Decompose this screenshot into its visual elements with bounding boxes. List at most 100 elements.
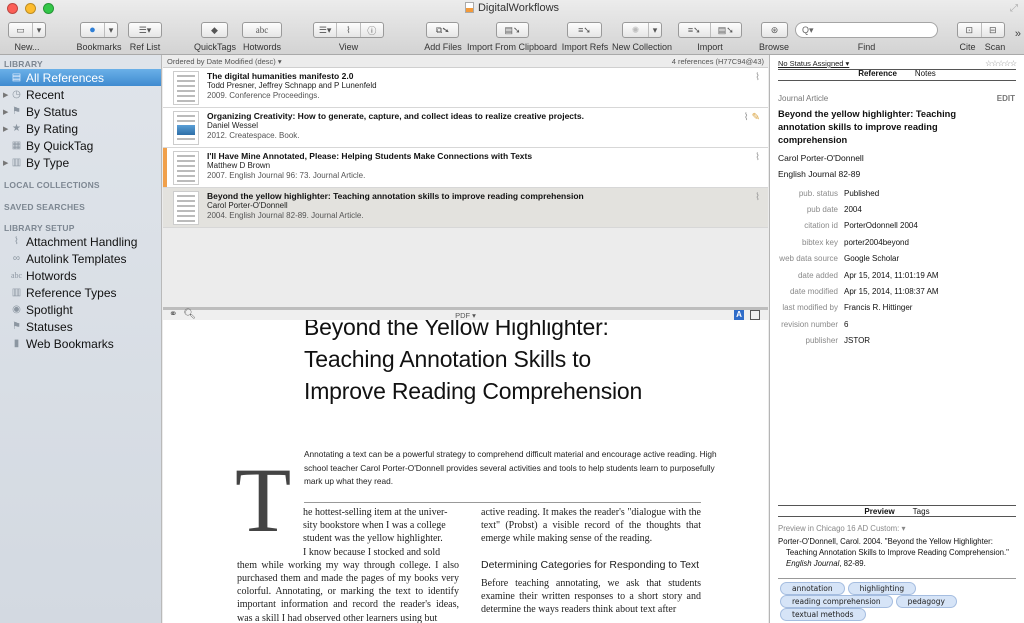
sidebar-item-statuses[interactable]: ⚑ Statuses [0, 318, 161, 335]
add-files-label: Add Files [424, 42, 462, 52]
reference-row[interactable]: The digital humanities manifesto 2.0 Todd… [163, 68, 768, 108]
scan-icon[interactable]: ⊟ [982, 23, 1005, 37]
sidebar-item-all-references[interactable]: ▤ All References [0, 69, 161, 86]
field-value[interactable]: porter2004beyond [844, 238, 909, 247]
attachment-icon[interactable]: ⌇ [755, 192, 760, 203]
reference-authors: Matthew D Brown [207, 161, 271, 170]
find-search-input[interactable]: Q▾ [795, 22, 938, 38]
abc-icon: abc [255, 25, 269, 35]
add-files-button[interactable]: ⧉➘ [426, 22, 459, 38]
chevron-down-icon[interactable]: ▾ [33, 23, 45, 37]
import-clipboard-button[interactable]: ▤➘ [496, 22, 529, 38]
import-refs-icon[interactable]: ≡➘ [679, 23, 711, 37]
chevron-down-icon[interactable]: ▾ [105, 23, 117, 37]
text-select-icon[interactable]: A [734, 310, 744, 320]
quicktags-button[interactable]: ◆ [201, 22, 228, 38]
reference-row[interactable]: I'll Have Mine Annotated, Please: Helpin… [163, 148, 768, 188]
sidebar-item-autolink-templates[interactable]: ∞ Autolink Templates [0, 250, 161, 267]
sidebar-item-web-bookmarks[interactable]: ▮ Web Bookmarks [0, 335, 161, 352]
new-reference-icon: ▭ [9, 23, 33, 37]
status-dropdown[interactable]: No Status Assigned ▾ [778, 59, 849, 69]
sidebar-item-reference-types[interactable]: ▥ Reference Types [0, 284, 161, 301]
sidebar-item-by-type[interactable]: ▶ ▥ By Type [0, 154, 161, 171]
tab-reference[interactable]: Reference [858, 69, 897, 80]
field-value[interactable]: Published [844, 189, 879, 198]
field-value[interactable]: 2004 [844, 205, 862, 214]
reference-fields: pub. status Published pub date 2004 citation… [770, 185, 1024, 349]
new-collection-button[interactable]: ✺ ▾ [622, 22, 662, 38]
field-row: publisher JSTOR [770, 333, 1024, 349]
pdf-viewer[interactable]: Beyond the Yellow Highlighter: Teaching … [163, 320, 768, 623]
sidebar-icon: ▮ [13, 338, 20, 349]
sidebar-icon: ⚑ [12, 321, 21, 332]
reference-row[interactable]: Organizing Creativity: How to generate, … [163, 108, 768, 148]
cite-icon[interactable]: ⊡ [958, 23, 982, 37]
field-value[interactable]: Apr 15, 2014, 11:01:19 AM [844, 271, 939, 280]
reference-title: The digital humanities manifesto 2.0 [207, 71, 354, 81]
sidebar-item-by-rating[interactable]: ▶ ★ By Rating [0, 120, 161, 137]
field-value[interactable]: PorterOdonnell 2004 [844, 221, 918, 230]
reference-icons: ⌇ [755, 152, 760, 163]
field-value[interactable]: 6 [844, 320, 848, 329]
field-value[interactable]: JSTOR [844, 336, 870, 345]
tag-chip[interactable]: textual methods [780, 608, 866, 621]
hotwords-button[interactable]: abc [242, 22, 282, 38]
sidebar-item-by-quicktag[interactable]: ▦ By QuickTag [0, 137, 161, 154]
view-list-icon[interactable]: ☰▾ [314, 23, 338, 37]
disclosure-triangle-icon[interactable]: ▶ [3, 108, 8, 116]
bookmarks-button[interactable]: ● ▾ [80, 22, 118, 38]
sidebar-item-label: By Type [26, 155, 70, 170]
reference-row[interactable]: Beyond the yellow highlighter: Teaching … [163, 188, 768, 228]
area-select-icon[interactable] [750, 310, 760, 320]
tag-chip[interactable]: reading comprehension [780, 595, 893, 608]
disclosure-triangle-icon[interactable]: ▶ [3, 125, 8, 133]
browse-label: Browse [758, 42, 789, 52]
toolbar-overflow-icon[interactable]: » [1015, 28, 1021, 40]
tab-notes[interactable]: Notes [915, 69, 936, 80]
field-label: date modified [789, 287, 838, 297]
sidebar-item-attachment-handling[interactable]: ⌇ Attachment Handling [0, 233, 161, 250]
field-value[interactable]: Apr 15, 2014, 11:08:37 AM [844, 287, 939, 296]
sidebar-item-spotlight[interactable]: ◉ Spotlight [0, 301, 161, 318]
list-icon: ☰▾ [138, 24, 152, 35]
fullscreen-icon[interactable]: ⤢ [1010, 3, 1018, 14]
tab-preview[interactable]: Preview [864, 506, 894, 516]
tag-chip[interactable]: annotation [780, 582, 845, 595]
edit-button[interactable]: EDIT [997, 94, 1015, 103]
sidebar-item-by-status[interactable]: ▶ ⚑ By Status [0, 103, 161, 120]
tag-chip[interactable]: pedagogy [895, 595, 957, 608]
rating-stars[interactable]: ☆☆☆☆☆ [985, 59, 1017, 69]
view-segmented-control: ☰▾ ⌇ ⓘ [313, 22, 384, 38]
new-reference-button[interactable]: ▭ ▾ [8, 22, 46, 38]
sidebar-item-recent[interactable]: ▶ ◷ Recent [0, 86, 161, 103]
attachment-view-icon[interactable]: ⌇ [337, 23, 361, 37]
clipboard-icon[interactable]: ▤➘ [711, 23, 742, 37]
ref-list-button[interactable]: ☰▾ [128, 22, 162, 38]
tag-chip[interactable]: highlighting [847, 582, 917, 595]
pencil-icon: ✎ [751, 112, 760, 123]
reference-title: I'll Have Mine Annotated, Please: Helpin… [207, 151, 533, 161]
attachment-icon[interactable]: ⌇ [755, 72, 760, 83]
field-value[interactable]: Francis R. Hittinger [844, 303, 912, 312]
find-label: Find [857, 42, 876, 52]
browse-icon: ⊛ [770, 24, 779, 35]
paragraph: Before teaching annotating, we ask that … [481, 577, 701, 616]
import-refs-button[interactable]: ≡➘ [567, 22, 602, 38]
pdf-thumbnail [173, 71, 199, 105]
pdf-format-dropdown[interactable]: PDF ▾ [163, 311, 768, 320]
field-value[interactable]: Google Scholar [844, 254, 899, 263]
citation-style-dropdown[interactable]: Preview in Chicago 16 AD Custom: ▾ [778, 524, 905, 533]
sidebar-item-label: By QuickTag [26, 138, 94, 153]
disclosure-triangle-icon[interactable]: ▶ [3, 159, 8, 167]
browse-button[interactable]: ⊛ [761, 22, 788, 38]
sidebar-item-hotwords[interactable]: abc Hotwords [0, 267, 161, 284]
tab-tags[interactable]: Tags [913, 506, 930, 516]
info-icon[interactable]: ⓘ [361, 23, 383, 37]
disclosure-triangle-icon[interactable]: ▶ [3, 91, 8, 99]
chevron-down-icon[interactable]: ▾ [649, 23, 661, 37]
attachment-icon[interactable]: ⌇ [744, 112, 749, 123]
library-heading: LIBRARY [4, 59, 43, 69]
sort-order-dropdown[interactable]: Ordered by Date Modified (desc) ▾ [167, 55, 282, 67]
field-row: date modified Apr 15, 2014, 11:08:37 AM [770, 283, 1024, 299]
attachment-icon[interactable]: ⌇ [755, 152, 760, 163]
